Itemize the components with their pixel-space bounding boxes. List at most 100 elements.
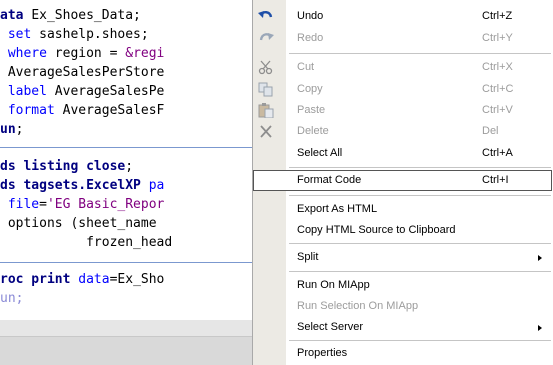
menu-item-copy[interactable]: Copy Ctrl+C <box>253 79 553 100</box>
code-token: &regi <box>125 46 165 61</box>
menu-item-label: Delete <box>297 125 329 137</box>
menu-item-label: Format Code <box>297 174 362 186</box>
code-line[interactable]: frozen_head <box>0 234 172 252</box>
menu-item-select-all[interactable]: Select All Ctrl+A <box>253 143 553 164</box>
code-token: frozen_head <box>0 235 173 250</box>
menu-item-format-code[interactable]: Format Code Ctrl+I <box>253 170 552 191</box>
code-token: = <box>39 197 47 212</box>
menu-separator <box>289 243 551 244</box>
menu-item-label: Run Selection On MIApp <box>297 300 419 312</box>
menu-item-label: Paste <box>297 104 326 116</box>
paste-icon <box>258 103 274 118</box>
code-token: ; <box>125 159 134 174</box>
code-token: ; <box>15 122 24 137</box>
editor-bottom-panel <box>0 320 252 365</box>
code-token: pa <box>148 178 165 193</box>
menu-item-shortcut: Ctrl+C <box>482 83 514 95</box>
code-token: un; <box>0 291 24 306</box>
undo-icon <box>258 11 273 18</box>
menu-item-shortcut: Ctrl+Z <box>482 10 513 22</box>
code-token: region = <box>54 46 126 61</box>
code-token: format <box>7 103 63 118</box>
code-token: options (sheet_name <box>0 216 157 231</box>
menu-item-paste[interactable]: Paste Ctrl+V <box>253 100 553 121</box>
delete-x-icon <box>260 125 272 138</box>
menu-item-copy-html-source[interactable]: Copy HTML Source to Clipboard <box>253 220 553 241</box>
code-editor[interactable]: ata Ex_Shoes_Data; set sashelp.shoes; wh… <box>0 0 252 365</box>
code-line[interactable]: AverageSalesPerStore <box>0 64 165 82</box>
copy-icon <box>258 82 273 97</box>
code-token: 'EG Basic_Repor <box>46 197 165 212</box>
menu-item-shortcut: Ctrl+A <box>482 147 513 159</box>
menu-item-split[interactable]: Split <box>253 247 553 268</box>
code-token: AverageSalesPe <box>54 84 165 99</box>
code-token: where <box>7 46 55 61</box>
code-token: roc print <box>0 272 79 287</box>
menu-item-label: Cut <box>297 61 315 73</box>
menu-item-label: Export As HTML <box>297 203 378 215</box>
code-line[interactable]: un; <box>0 290 23 308</box>
menu-item-label: Select Server <box>297 321 364 333</box>
menu-item-undo[interactable]: Undo Ctrl+Z <box>253 6 553 27</box>
code-line[interactable]: set sashelp.shoes; <box>0 26 149 44</box>
menu-item-delete[interactable]: Delete Del <box>253 121 553 142</box>
menu-item-shortcut: Ctrl+V <box>482 104 513 116</box>
redo-icon <box>259 33 274 41</box>
menu-item-label: Copy HTML Source to Clipboard <box>297 224 456 236</box>
submenu-arrow-icon <box>538 325 542 331</box>
code-line[interactable]: options (sheet_name <box>0 215 157 233</box>
code-line[interactable]: ds listing close; <box>0 158 133 176</box>
code-token: Ex_Shoes_Data; <box>31 8 141 23</box>
menu-item-label: Properties <box>297 347 348 359</box>
step-separator <box>0 147 252 148</box>
step-separator <box>0 262 252 263</box>
code-line[interactable]: file='EG Basic_Repor <box>0 196 165 214</box>
code-line[interactable]: un; <box>0 121 23 139</box>
menu-item-label: Run On MIApp <box>297 279 370 291</box>
code-token: sashelp.shoes; <box>39 27 149 42</box>
menu-item-run-selection-on-miapp[interactable]: Run Selection On MIApp <box>253 296 553 317</box>
menu-item-redo[interactable]: Redo Ctrl+Y <box>253 28 553 49</box>
menu-item-shortcut: Ctrl+Y <box>482 32 513 44</box>
code-line[interactable]: where region = &regi <box>0 45 165 63</box>
context-menu: Undo Ctrl+Z Redo Ctrl+Y Cut Ctrl+X Copy … <box>252 0 553 365</box>
code-token: AverageSalesPerStore <box>0 65 165 80</box>
code-line[interactable]: ds tagsets.ExcelXP pa <box>0 177 164 195</box>
menu-item-label: Redo <box>297 32 324 44</box>
code-token: AverageSalesF <box>62 103 165 118</box>
menu-item-shortcut: Ctrl+I <box>482 174 509 186</box>
code-token: ata <box>0 8 32 23</box>
code-line[interactable]: label AverageSalesPe <box>0 83 165 101</box>
code-token: ds tagsets.ExcelXP <box>0 178 149 193</box>
code-token: =Ex_Sho <box>109 272 165 287</box>
menu-item-shortcut: Del <box>482 125 499 137</box>
menu-separator <box>289 340 551 341</box>
menu-item-properties[interactable]: Properties <box>253 343 553 364</box>
menu-separator <box>289 53 551 54</box>
menu-item-label: Undo <box>297 10 324 22</box>
code-line[interactable]: ata Ex_Shoes_Data; <box>0 7 141 25</box>
code-token: file <box>7 197 40 212</box>
menu-item-cut[interactable]: Cut Ctrl+X <box>253 57 553 78</box>
menu-item-run-on-miapp[interactable]: Run On MIApp <box>253 275 553 296</box>
code-line[interactable]: format AverageSalesF <box>0 102 165 120</box>
code-token: data <box>78 272 110 287</box>
code-line[interactable]: roc print data=Ex_Sho <box>0 271 164 289</box>
menu-separator <box>289 195 551 196</box>
code-token: set <box>7 27 40 42</box>
code-token: label <box>7 84 55 99</box>
menu-item-select-server[interactable]: Select Server <box>253 317 553 338</box>
menu-separator <box>289 271 551 272</box>
menu-separator <box>289 167 551 168</box>
menu-item-shortcut: Ctrl+X <box>482 61 513 73</box>
code-token: ds listing close <box>0 159 126 174</box>
menu-item-export-html[interactable]: Export As HTML <box>253 199 553 220</box>
scissors-icon <box>258 60 273 75</box>
code-token: un <box>0 122 16 137</box>
menu-item-label: Copy <box>297 83 323 95</box>
